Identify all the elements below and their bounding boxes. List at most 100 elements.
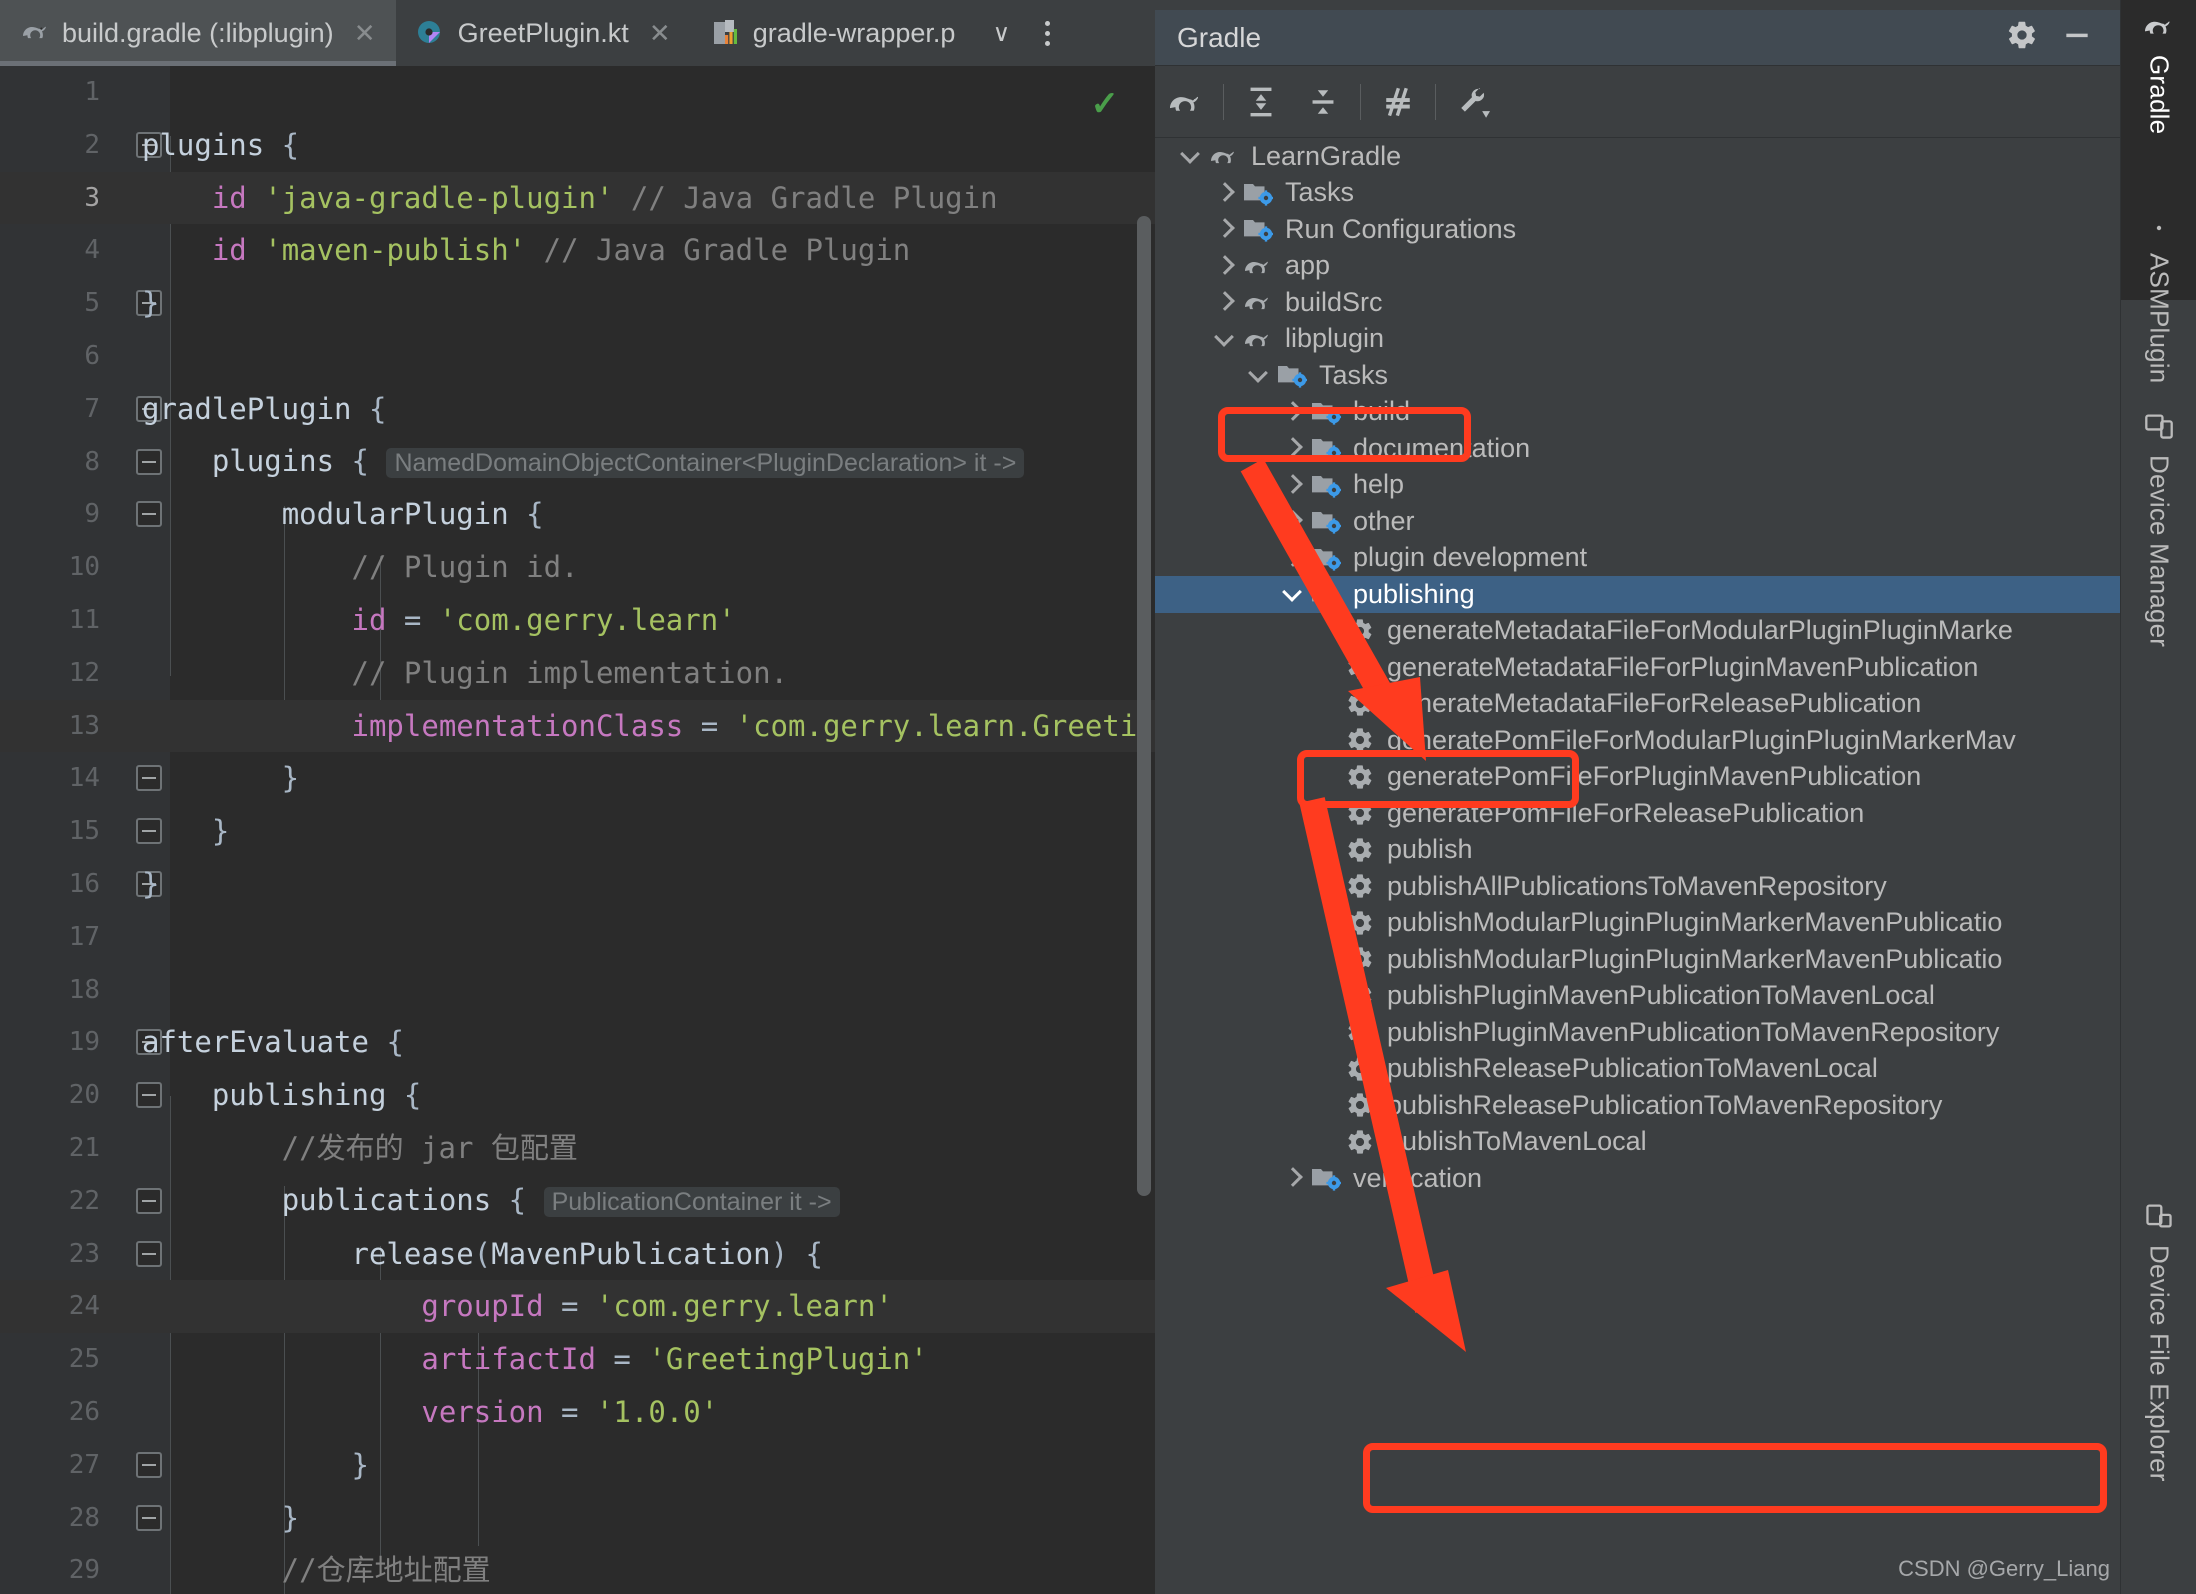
stripe-button-device-file-explorer[interactable]: Device File Explorer — [2121, 1190, 2196, 1590]
gradle-tree-row[interactable]: generateMetadataFileForModularPluginPlug… — [1155, 613, 2120, 650]
code-text: } — [142, 1492, 299, 1545]
gradle-tree-row[interactable]: LearnGradle — [1155, 138, 2120, 175]
watermark-text: CSDN @Gerry_Liang — [1898, 1556, 2110, 1582]
tab-options-kebab-icon[interactable] — [1025, 0, 1069, 66]
gradle-tree-row[interactable]: publishModularPluginPluginMarkerMavenPub… — [1155, 941, 2120, 978]
gradle-tree-row[interactable]: app — [1155, 248, 2120, 285]
gradle-tree-row[interactable]: publishReleasePublicationToMavenReposito… — [1155, 1087, 2120, 1124]
gradle-tree-row[interactable]: plugin development — [1155, 540, 2120, 577]
editor-vertical-scrollbar[interactable] — [1137, 216, 1151, 1196]
gear-icon[interactable] — [2006, 19, 2038, 56]
gradle-task-gear-icon — [1343, 726, 1377, 754]
gradle-project-tree[interactable]: LearnGradleTasksRun Configurationsappbui… — [1155, 138, 2120, 1594]
build-tool-settings-button[interactable] — [1442, 66, 1504, 138]
gradle-tree-row[interactable]: Tasks — [1155, 175, 2120, 212]
code-line: 29 //仓库地址配置 — [0, 1544, 1155, 1594]
chevron-down-icon[interactable] — [1241, 366, 1275, 384]
chevron-right-icon[interactable] — [1275, 476, 1309, 494]
gradle-tree-row[interactable]: other — [1155, 503, 2120, 540]
code-line: 6 — [0, 330, 1155, 383]
chevron-down-icon[interactable] — [1275, 585, 1309, 603]
line-number: 15 — [0, 805, 100, 858]
editor-tab-label: build.gradle (:libplugin) — [62, 18, 334, 49]
code-text: } — [142, 277, 159, 330]
gradle-tree-row[interactable]: Run Configurations — [1155, 211, 2120, 248]
line-number: 6 — [0, 330, 100, 383]
code-text: publications { PublicationContainer it -… — [142, 1174, 840, 1229]
gradle-tree-label: publishReleasePublicationToMavenReposito… — [1387, 1090, 1942, 1121]
gradle-tree-label: buildSrc — [1285, 287, 1383, 318]
gradle-tree-row[interactable]: documentation — [1155, 430, 2120, 467]
gradle-elephant-icon — [1207, 143, 1241, 169]
code-text: // Plugin id. — [142, 541, 579, 594]
expand-all-button[interactable] — [1230, 66, 1292, 138]
gradle-tree-row[interactable]: libplugin — [1155, 321, 2120, 358]
chevron-right-icon[interactable] — [1275, 512, 1309, 530]
gradle-tree-row[interactable]: publishReleasePublicationToMavenLocal — [1155, 1051, 2120, 1088]
gradle-tree-row[interactable]: generateMetadataFileForPluginMavenPublic… — [1155, 649, 2120, 686]
editor-tab-build-gradle[interactable]: build.gradle (:libplugin) ✕ — [0, 0, 396, 66]
line-number: 24 — [0, 1280, 100, 1333]
chevron-down-icon[interactable] — [1173, 147, 1207, 165]
code-text: // Plugin implementation. — [142, 647, 788, 700]
line-number: 25 — [0, 1333, 100, 1386]
gradle-tree-label: publish — [1387, 834, 1473, 865]
code-line: 27 } — [0, 1439, 1155, 1492]
gradle-toolbar — [1155, 66, 2120, 138]
chevron-right-icon[interactable] — [1275, 549, 1309, 567]
gradle-panel-title: Gradle — [1177, 22, 1261, 54]
gradle-tree-label: generateMetadataFileForModularPluginPlug… — [1387, 615, 2013, 646]
gradle-tree-row[interactable]: help — [1155, 467, 2120, 504]
gradle-tree-row[interactable]: publishing — [1155, 576, 2120, 613]
line-number: 26 — [0, 1386, 100, 1439]
gradle-tree-row[interactable]: buildSrc — [1155, 284, 2120, 321]
gradle-tree-label: generatePomFileForModularPluginPluginMar… — [1387, 725, 2016, 756]
stripe-button-device-manager[interactable]: Device Manager — [2121, 400, 2196, 760]
gradle-tree-row[interactable]: generatePomFileForPluginMavenPublication — [1155, 759, 2120, 796]
chevron-right-icon[interactable] — [1207, 293, 1241, 311]
close-icon[interactable]: ✕ — [647, 18, 673, 49]
gradle-tree-row[interactable]: publishAllPublicationsToMavenRepository — [1155, 868, 2120, 905]
chevron-right-icon[interactable] — [1207, 220, 1241, 238]
chevron-right-icon[interactable] — [1207, 257, 1241, 275]
editor-tab-greetplugin-kt[interactable]: GreetPlugin.kt ✕ — [396, 0, 691, 66]
toggle-offline-mode-button[interactable] — [1367, 66, 1429, 138]
toolbar-divider — [1435, 84, 1436, 120]
code-line: 10 // Plugin id. — [0, 541, 1155, 594]
gradle-tree-row[interactable]: generateMetadataFileForReleasePublicatio… — [1155, 686, 2120, 723]
gradle-tree-row[interactable]: build — [1155, 394, 2120, 431]
gradle-tree-row[interactable]: publishPluginMavenPublicationToMavenLoca… — [1155, 978, 2120, 1015]
gradle-tree-row[interactable]: publishToMavenLocal — [1155, 1124, 2120, 1161]
gradle-tree-row[interactable]: generatePomFileForModularPluginPluginMar… — [1155, 722, 2120, 759]
line-number: 28 — [0, 1492, 100, 1545]
task-folder-icon — [1241, 180, 1275, 206]
gradle-tree-row[interactable]: publishModularPluginPluginMarkerMavenPub… — [1155, 905, 2120, 942]
gradle-tree-row[interactable]: Tasks — [1155, 357, 2120, 394]
gradle-tree-label: other — [1353, 506, 1415, 537]
editor-tab-label: gradle-wrapper.p — [753, 18, 956, 49]
chevron-right-icon[interactable] — [1207, 184, 1241, 202]
gradle-task-gear-icon — [1343, 617, 1377, 645]
minimize-icon[interactable] — [2060, 19, 2094, 56]
chevron-down-icon[interactable] — [1207, 330, 1241, 348]
reload-gradle-project-button[interactable] — [1155, 66, 1217, 138]
gradle-task-gear-icon — [1343, 872, 1377, 900]
line-number: 2 — [0, 119, 100, 172]
close-icon[interactable]: ✕ — [352, 18, 378, 49]
gradle-tree-row[interactable]: publishPluginMavenPublicationToMavenRepo… — [1155, 1014, 2120, 1051]
gradle-tree-row[interactable]: publish — [1155, 832, 2120, 869]
code-line: 13 implementationClass = 'com.gerry.lear… — [0, 700, 1155, 753]
code-editor[interactable]: ✓ 12plugins {3 id 'java-gradle-plugin' /… — [0, 66, 1155, 1594]
chevron-right-icon[interactable] — [1275, 439, 1309, 457]
chevron-right-icon[interactable] — [1275, 1169, 1309, 1187]
gradle-tree-row[interactable]: generatePomFileForReleasePublication — [1155, 795, 2120, 832]
gradle-tree-row[interactable]: verification — [1155, 1160, 2120, 1197]
code-text: //仓库地址配置 — [142, 1544, 491, 1594]
gradle-elephant-icon — [1241, 326, 1275, 352]
code-line: 19afterEvaluate { — [0, 1016, 1155, 1069]
editor-tab-gradle-wrapper[interactable]: gradle-wrapper.p — [691, 0, 974, 66]
chevron-right-icon[interactable] — [1275, 403, 1309, 421]
right-tool-window-stripe: Gradle ASMPlugin Device Manager — [2120, 0, 2196, 1594]
collapse-all-button[interactable] — [1292, 66, 1354, 138]
tab-overflow-chevron-down-icon[interactable]: ∨ — [979, 0, 1023, 66]
